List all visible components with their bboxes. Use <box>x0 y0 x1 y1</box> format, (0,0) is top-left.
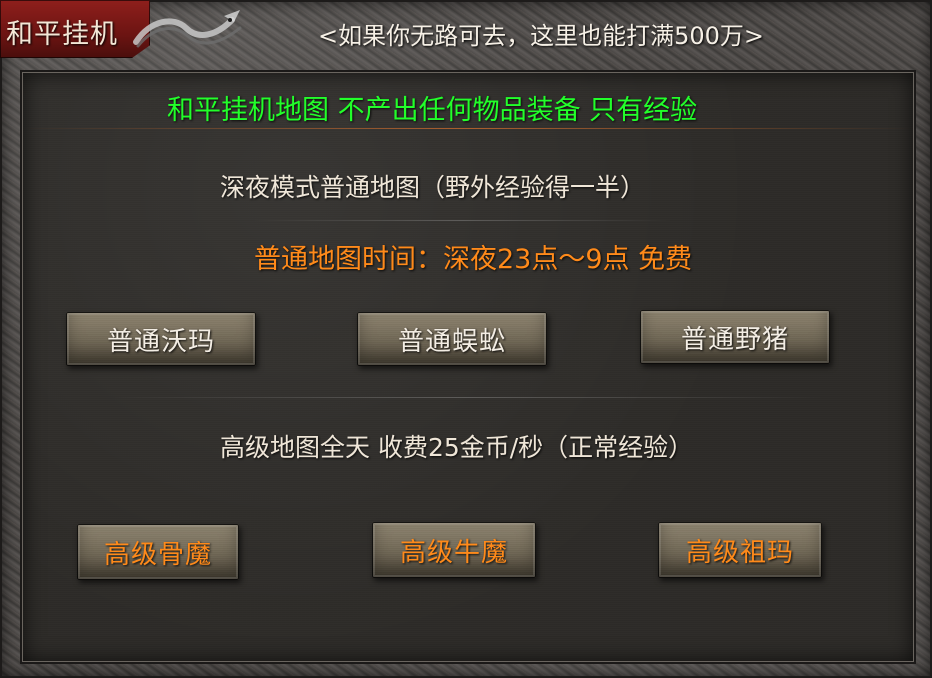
map-button-advanced-zuma[interactable]: 高级祖玛 <box>658 522 822 578</box>
divider-middle <box>112 397 824 398</box>
divider-night <box>252 220 672 221</box>
map-button-label: 普通蜈蚣 <box>397 326 506 357</box>
advanced-map-description: 高级地图全天 收费25金币/秒（正常经验） <box>220 433 694 462</box>
map-button-advanced-niumo[interactable]: 高级牛魔 <box>372 522 536 578</box>
divider-top <box>22 128 914 129</box>
map-button-label: 高级祖玛 <box>685 537 794 568</box>
normal-map-time: 普通地图时间：深夜23点～9点 免费 <box>254 244 693 275</box>
panel-headline: 和平挂机地图 不产出任何物品装备 只有经验 <box>167 95 698 126</box>
map-button-advanced-gumo[interactable]: 高级骨魔 <box>77 524 239 580</box>
title-bar: 和平挂机 <如果你无路可去，这里也能打满500万> <box>0 0 932 64</box>
dragon-icon <box>133 10 242 48</box>
map-button-normal-wugong[interactable]: 普通蜈蚣 <box>357 312 547 366</box>
map-button-label: 普通沃玛 <box>106 326 215 357</box>
map-button-label: 高级骨魔 <box>103 539 212 570</box>
subtitle-text: <如果你无路可去，这里也能打满500万> <box>318 22 765 50</box>
main-panel: 和平挂机地图 不产出任何物品装备 只有经验 深夜模式普通地图（野外经验得一半） … <box>20 70 916 664</box>
map-button-label: 普通野猪 <box>680 324 789 355</box>
window-title: 和平挂机 <box>6 19 118 50</box>
night-mode-description: 深夜模式普通地图（野外经验得一半） <box>220 173 646 202</box>
map-button-normal-woma[interactable]: 普通沃玛 <box>66 312 256 366</box>
map-button-normal-yezhu[interactable]: 普通野猪 <box>640 310 830 364</box>
map-button-label: 高级牛魔 <box>399 537 508 568</box>
